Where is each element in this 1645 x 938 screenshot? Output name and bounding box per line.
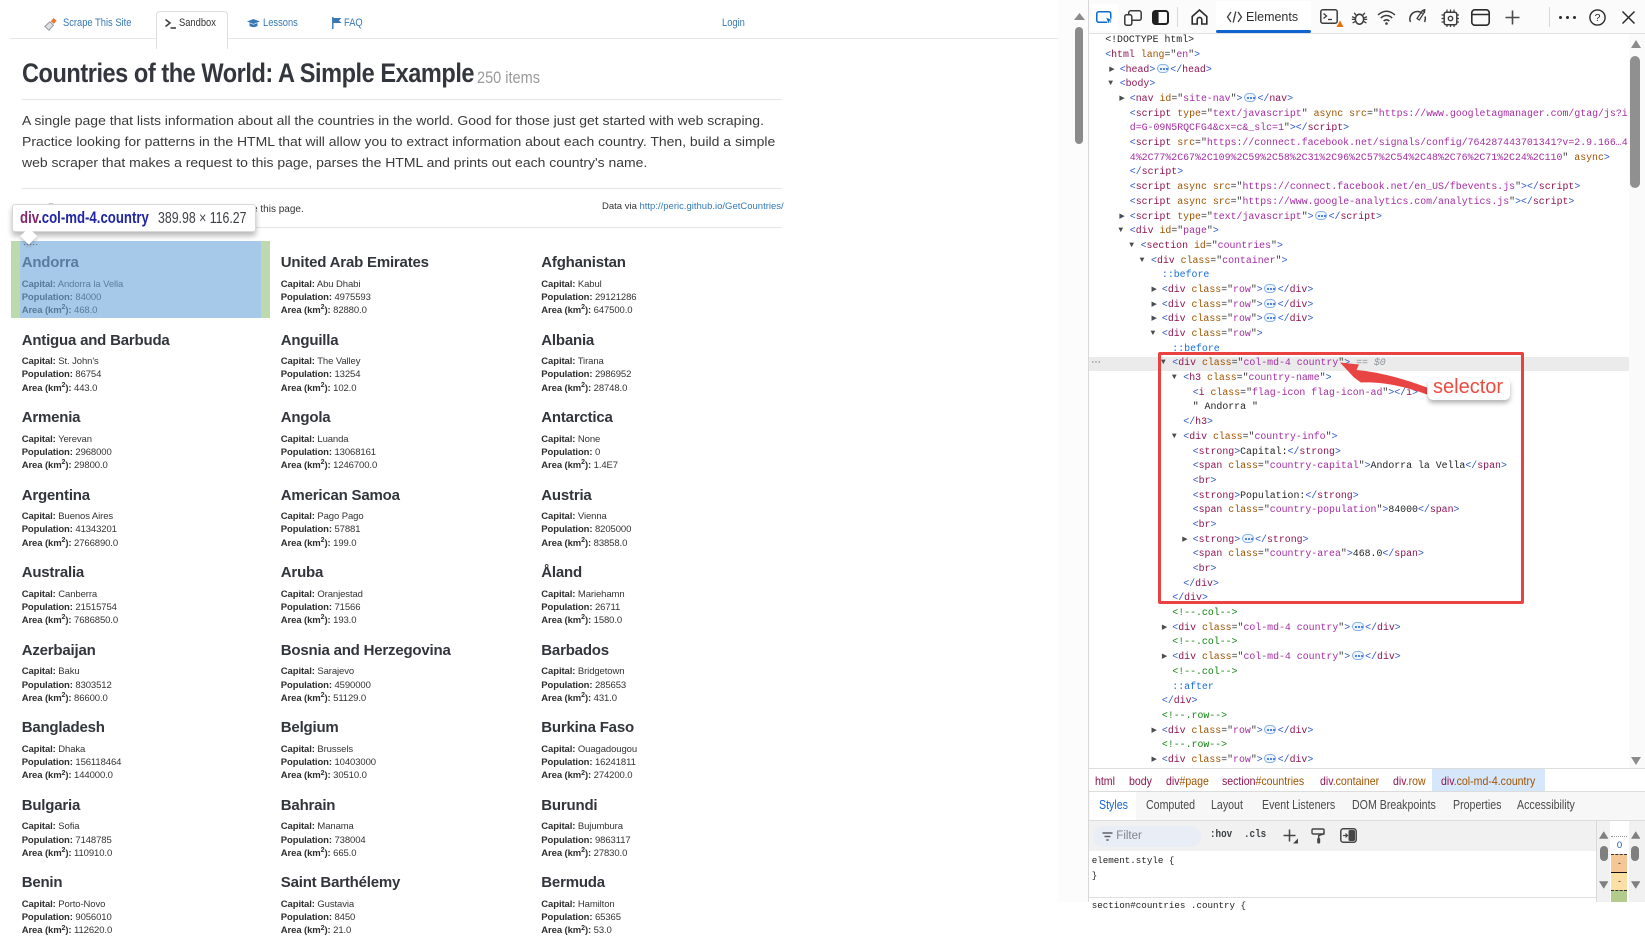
- svg-text:?: ?: [1595, 12, 1601, 24]
